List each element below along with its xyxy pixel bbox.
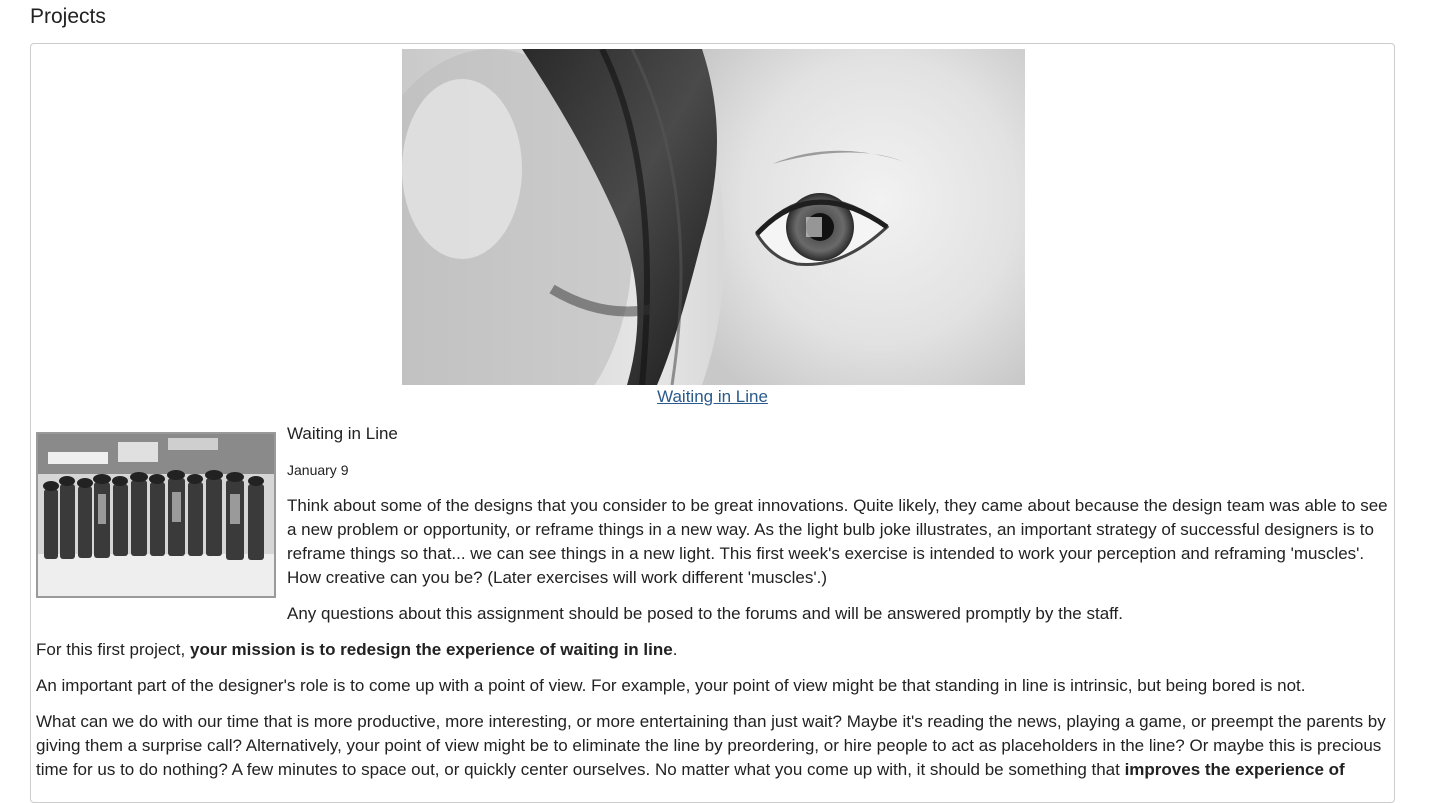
- eye-photo-icon: [402, 49, 1025, 385]
- hero-image[interactable]: [402, 49, 1025, 385]
- mission-prefix: For this first project,: [36, 640, 190, 659]
- post-content: Waiting in Line January 9 Think about so…: [36, 421, 1391, 782]
- post-questions: Any questions about this assignment shou…: [287, 604, 1124, 623]
- post-date: January 9: [287, 462, 349, 478]
- post-mission: For this first project, your mission is …: [36, 638, 1391, 662]
- post-title: Waiting in Line: [287, 424, 398, 443]
- post-header: Waiting in Line January 9 Think about so…: [287, 421, 1391, 626]
- page-title: Projects: [30, 5, 106, 28]
- mission-statement: your mission is to redesign the experien…: [189, 640, 673, 659]
- hero-link[interactable]: Waiting in Line: [657, 387, 768, 406]
- mission-suffix: .: [672, 640, 678, 659]
- post-intro: Think about some of the designs that you…: [287, 496, 1388, 587]
- hero-caption: Waiting in Line: [31, 387, 1394, 407]
- post-point-of-view: An important part of the designer's role…: [36, 676, 1306, 695]
- ideas-bold: improves the experience of: [1124, 760, 1345, 779]
- post-ideas: What can we do with our time that is mor…: [36, 710, 1391, 782]
- project-panel: Waiting in Line Waiting in Line January …: [30, 43, 1395, 803]
